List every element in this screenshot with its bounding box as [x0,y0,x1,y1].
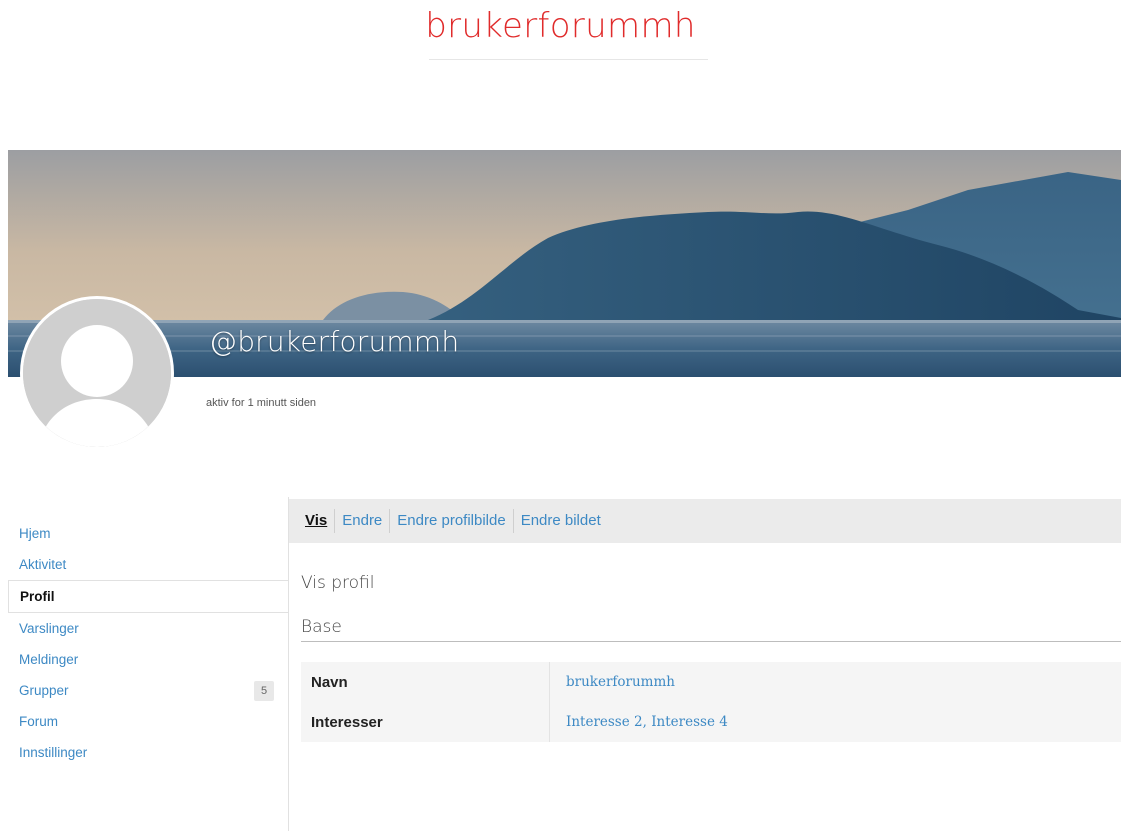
subnav-view[interactable]: Vis [305,509,334,533]
last-active-status: aktiv for 1 minutt siden [206,397,317,409]
nav-item-profile[interactable]: Profil [8,580,288,613]
field-label: Interesser [301,702,550,742]
member-nav: Hjem Aktivitet Profil Varslinger Melding… [8,518,288,768]
value-separator: , [642,714,652,730]
nav-item-groups[interactable]: Grupper 5 [8,675,288,706]
nav-item-messages[interactable]: Meldinger [8,644,288,675]
site-title[interactable]: brukerforummh [0,6,1121,46]
field-label: Navn [301,662,550,702]
nav-item-settings[interactable]: Innstillinger [8,737,288,768]
nav-item-label: Varslinger [19,621,79,636]
nav-item-label: Aktivitet [19,557,67,572]
nav-item-label: Forum [19,714,59,729]
profile-group-heading: Base [301,617,342,637]
nav-item-label: Grupper [19,683,69,698]
profile-username: @brukerforummh [209,325,460,358]
groups-count-badge: 5 [254,681,274,701]
title-divider [429,59,708,60]
cover-image [8,150,1121,377]
profile-subnav: Vis Endre Endre profilbilde Endre bildet [289,499,1121,543]
field-value-link[interactable]: brukerforummh [566,674,675,690]
subnav-edit[interactable]: Endre [334,509,389,533]
group-divider [301,641,1121,642]
subnav-change-cover[interactable]: Endre bildet [512,509,608,533]
nav-item-forum[interactable]: Forum [8,706,288,737]
avatar[interactable] [20,296,174,450]
field-value-link[interactable]: Interesse 2 [566,714,643,730]
field-value: brukerforummh [550,674,675,690]
subnav-change-avatar[interactable]: Endre profilbilde [389,509,512,533]
nav-item-notifications[interactable]: Varslinger [8,613,288,644]
field-value: Interesse 2, Interesse 4 [550,714,728,730]
nav-item-label: Profil [20,589,55,604]
nav-item-activity[interactable]: Aktivitet [8,549,288,580]
nav-item-home[interactable]: Hjem [8,518,288,549]
table-row: Interesser Interesse 2, Interesse 4 [301,702,1121,742]
screen-heading: Vis profil [301,573,375,593]
default-avatar-icon [23,299,171,447]
nav-item-label: Innstillinger [19,745,88,760]
nav-item-label: Meldinger [19,652,79,667]
table-row: Navn brukerforummh [301,662,1121,702]
cover-landscape-illustration [8,150,1121,377]
field-value-link[interactable]: Interesse 4 [651,714,728,730]
profile-fields-table: Navn brukerforummh Interesser Interesse … [301,662,1121,742]
nav-divider [288,497,289,831]
nav-item-label: Hjem [19,526,51,541]
